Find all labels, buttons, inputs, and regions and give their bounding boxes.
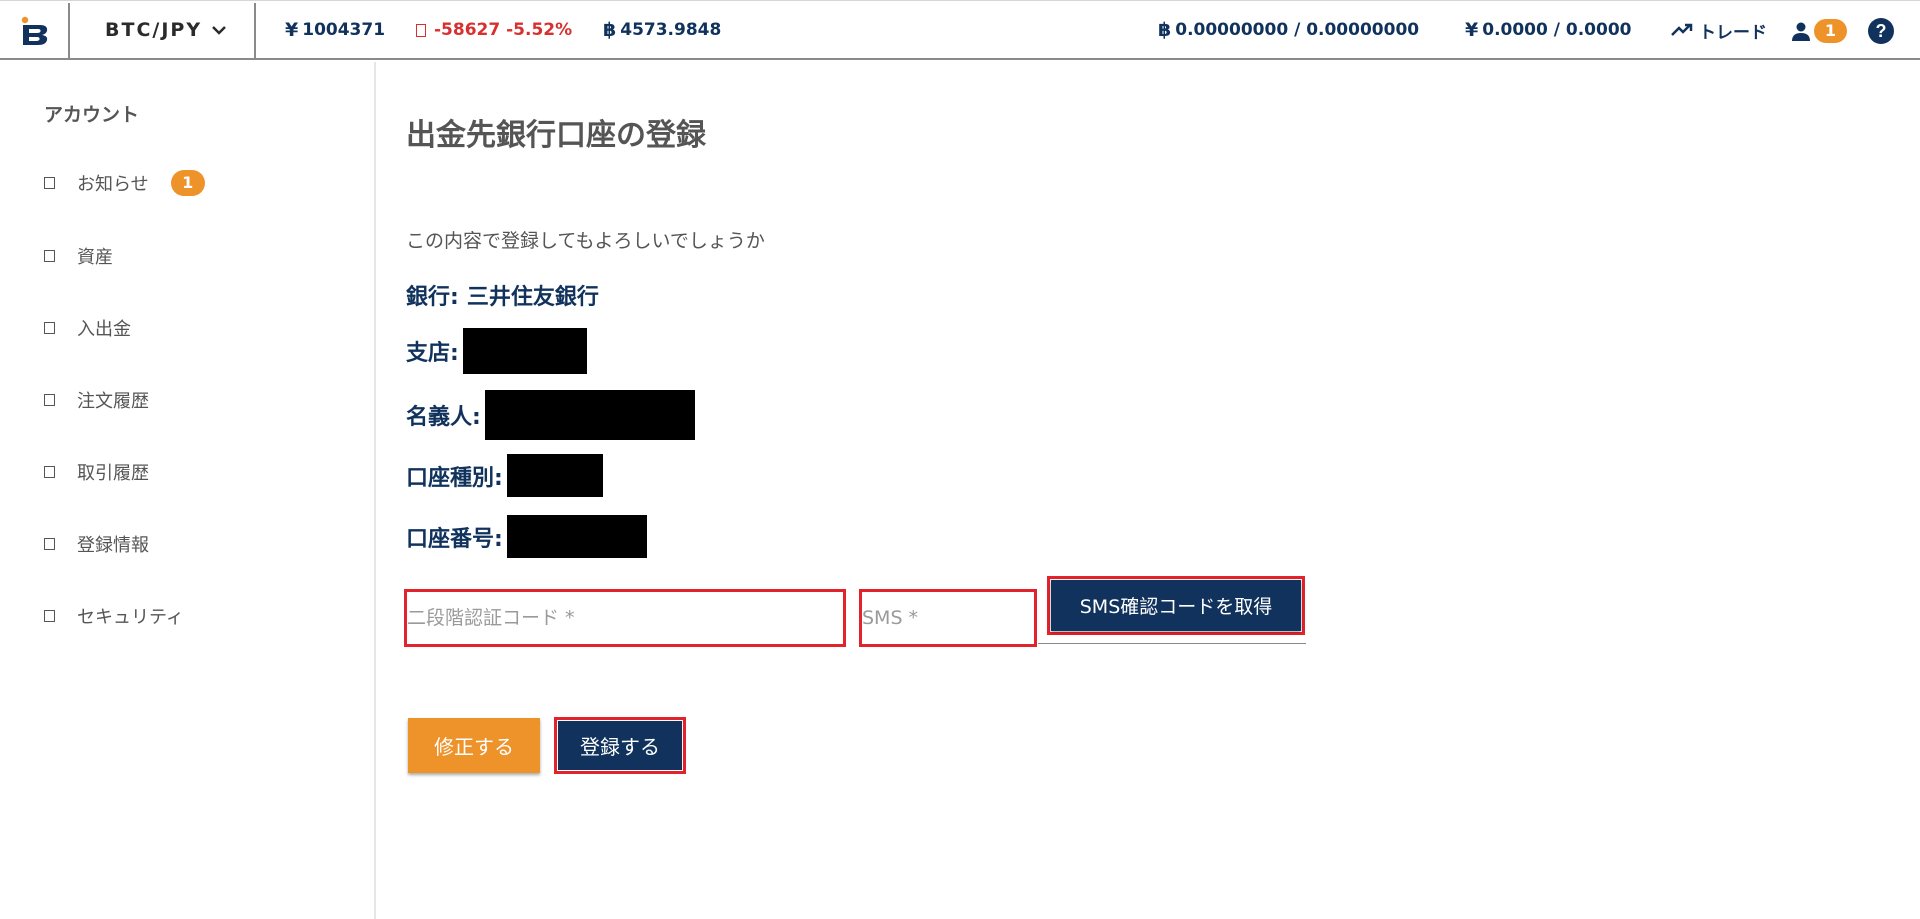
bitcoin-icon: ฿ xyxy=(603,19,617,41)
jpy-balance: ¥ 0.0000 / 0.0000 xyxy=(1465,18,1631,42)
sidebar-item-notices[interactable]: お知らせ 1 xyxy=(44,168,205,198)
pair-selector[interactable]: BTC/JPY xyxy=(105,18,226,42)
twofa-input-wrapper xyxy=(404,589,846,647)
sidebar-item-trade-history[interactable]: 取引履歴 xyxy=(44,457,149,487)
deposit-icon xyxy=(44,322,55,334)
yen-icon: ¥ xyxy=(285,19,299,41)
btc-balance-value: 0.00000000 / 0.00000000 xyxy=(1175,20,1420,40)
bitcoin-icon: ฿ xyxy=(1158,19,1172,41)
bank-field: 銀行: 三井住友銀行 xyxy=(406,280,599,310)
trade-label: トレード xyxy=(1699,22,1767,43)
account-type-redacted xyxy=(506,454,603,497)
account-type-field: 口座種別: xyxy=(406,454,603,497)
get-sms-code-button[interactable]: SMS確認コードを取得 xyxy=(1051,580,1301,631)
sidebar-title: アカウント xyxy=(44,104,140,126)
pair-label: BTC/JPY xyxy=(105,19,203,41)
trade-history-icon xyxy=(44,466,55,478)
top-bar: BTC/JPY ¥ 1004371 -58627 -5.52% ฿ 4573.9… xyxy=(0,0,1920,60)
account-number-label: 口座番号: xyxy=(406,526,503,552)
twofa-code-input[interactable] xyxy=(407,592,843,644)
notice-icon xyxy=(44,177,55,189)
bank-label: 銀行: xyxy=(406,285,459,310)
edit-button[interactable]: 修正する xyxy=(408,718,540,773)
account-type-label: 口座種別: xyxy=(406,465,503,491)
last-price: ¥ 1004371 xyxy=(285,18,385,42)
top-divider xyxy=(68,3,70,58)
sms-underline xyxy=(1038,643,1306,644)
security-icon xyxy=(44,610,55,622)
sidebar-item-deposit-withdraw[interactable]: 入出金 xyxy=(44,313,131,343)
sidebar-item-label: 資産 xyxy=(77,247,113,268)
sidebar-item-security[interactable]: セキュリティ xyxy=(44,601,184,631)
volume-value: 4573.9848 xyxy=(620,20,722,40)
sidebar-item-assets[interactable]: 資産 xyxy=(44,241,113,271)
notice-badge: 1 xyxy=(170,170,205,196)
price-change-value: -58627 -5.52% xyxy=(434,20,573,40)
page-title: 出金先銀行口座の登録 xyxy=(406,118,706,153)
trending-up-icon xyxy=(1671,23,1693,36)
sms-code-input[interactable] xyxy=(862,592,1034,644)
btc-balance: ฿ 0.00000000 / 0.00000000 xyxy=(1158,18,1419,42)
branch-label: 支店: xyxy=(406,341,459,366)
sidebar-item-label: お知らせ xyxy=(77,174,149,195)
price-change: -58627 -5.52% xyxy=(416,18,572,42)
holder-label: 名義人: xyxy=(406,405,481,430)
sidebar-item-label: 取引履歴 xyxy=(77,463,149,484)
volume: ฿ 4573.9848 xyxy=(603,18,721,42)
notification-badge: 1 xyxy=(1814,19,1847,43)
yen-icon: ¥ xyxy=(1465,19,1479,41)
user-menu[interactable]: 1 xyxy=(1791,18,1847,44)
sidebar-item-label: 入出金 xyxy=(77,319,131,340)
confirm-message: この内容で登録してもよろしいでしょうか xyxy=(406,230,765,252)
sms-input-wrapper xyxy=(859,589,1037,647)
register-button[interactable]: 登録する xyxy=(558,721,682,770)
trade-link[interactable]: トレード xyxy=(1671,18,1767,43)
change-arrow-icon xyxy=(416,23,426,37)
sidebar-item-label: セキュリティ xyxy=(77,607,184,628)
last-price-value: 1004371 xyxy=(302,20,386,40)
holder-redacted xyxy=(484,390,695,440)
branch-redacted xyxy=(462,328,587,374)
branch-field: 支店: xyxy=(406,328,587,374)
assets-icon xyxy=(44,250,55,262)
jpy-balance-value: 0.0000 / 0.0000 xyxy=(1482,20,1632,40)
sidebar-item-order-history[interactable]: 注文履歴 xyxy=(44,385,149,415)
bank-value: 三井住友銀行 xyxy=(466,285,599,310)
user-icon xyxy=(1792,22,1810,41)
sidebar-item-label: 注文履歴 xyxy=(77,391,149,412)
sidebar-item-label: 登録情報 xyxy=(77,535,149,556)
holder-field: 名義人: xyxy=(406,390,695,440)
sidebar-item-registration-info[interactable]: 登録情報 xyxy=(44,529,149,559)
account-sidebar: アカウント お知らせ 1 資産 入出金 注文履歴 取引履歴 登録情報 セキュリテ… xyxy=(0,62,376,919)
registration-icon xyxy=(44,538,55,550)
order-history-icon xyxy=(44,394,55,406)
help-icon[interactable]: ? xyxy=(1868,18,1894,44)
chevron-down-icon xyxy=(212,26,226,35)
top-divider xyxy=(254,3,256,58)
account-number-redacted xyxy=(506,515,647,558)
account-number-field: 口座番号: xyxy=(406,515,647,558)
exchange-logo-icon[interactable] xyxy=(18,15,52,45)
